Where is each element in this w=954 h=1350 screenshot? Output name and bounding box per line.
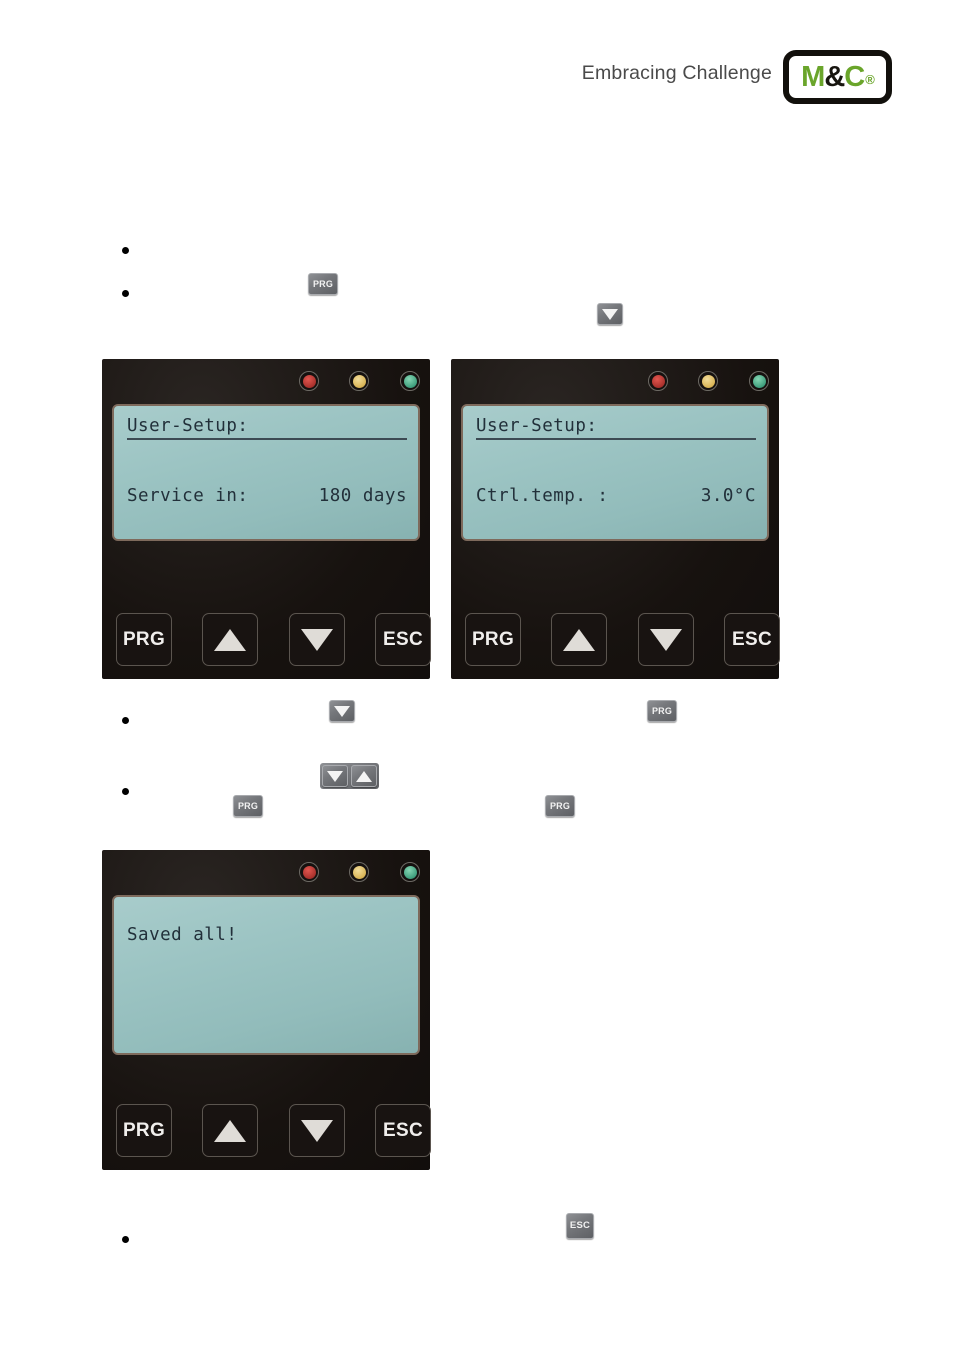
triangle-up-icon bbox=[214, 628, 246, 651]
down-button[interactable] bbox=[289, 1104, 345, 1157]
lcd-rows: Service in:180 days (Interval :180 days)… bbox=[127, 444, 407, 539]
up-button[interactable] bbox=[551, 613, 607, 666]
power-led bbox=[400, 371, 420, 391]
lcd-row-value: 180 days bbox=[318, 486, 407, 506]
bullet-item-1 bbox=[122, 240, 882, 262]
esc-key-label: ESC bbox=[569, 1220, 591, 1232]
registered-trademark-icon: ® bbox=[865, 72, 875, 88]
prg-key-label: PRG bbox=[651, 705, 673, 716]
led-bulb bbox=[403, 865, 417, 879]
power-led bbox=[749, 371, 769, 391]
prg-key-icon: PRG bbox=[308, 273, 338, 295]
triangle-up-icon bbox=[563, 628, 595, 651]
led-bulb bbox=[302, 865, 316, 879]
esc-button[interactable]: ESC bbox=[724, 613, 780, 666]
lcd-row-label: Ctrl.temp. : bbox=[476, 486, 609, 506]
lcd-title: User-Setup: bbox=[127, 416, 407, 440]
bullet-dot-icon bbox=[122, 717, 129, 724]
triangle-down-icon bbox=[301, 628, 333, 651]
triangle-down-icon bbox=[650, 628, 682, 651]
controller-device-2: User-Setup: Ctrl.temp. :3.0°C Probe :180… bbox=[451, 359, 780, 679]
prg-button[interactable]: PRG bbox=[116, 1104, 172, 1157]
down-arrow-key-icon bbox=[322, 765, 348, 787]
esc-key-icon: ESC bbox=[566, 1213, 594, 1239]
esc-button-label: ESC bbox=[383, 628, 423, 650]
down-up-arrow-key-pair-icon bbox=[320, 763, 379, 789]
lcd-row-value: 3.0°C bbox=[700, 486, 756, 506]
prg-button-label: PRG bbox=[122, 628, 166, 650]
led-bulb bbox=[403, 374, 417, 388]
power-led bbox=[400, 862, 420, 882]
logo-letter-m: M bbox=[801, 60, 825, 93]
mc-logo-text: M&C® bbox=[801, 60, 875, 93]
triangle-down-icon bbox=[301, 1119, 333, 1142]
up-button[interactable] bbox=[202, 613, 258, 666]
triangle-down-glyph bbox=[334, 705, 350, 717]
alarm-led bbox=[299, 862, 319, 882]
led-bulb bbox=[701, 374, 715, 388]
esc-button[interactable]: ESC bbox=[375, 1104, 431, 1157]
company-slogan: Embracing Challenge bbox=[581, 62, 772, 84]
bullet-item-2 bbox=[122, 283, 882, 305]
bullet-dot-icon bbox=[122, 290, 129, 297]
down-arrow-key-icon bbox=[329, 700, 355, 722]
lcd-rows: Ctrl.temp. :3.0°C Probe :180.0°C HSL :18… bbox=[476, 444, 756, 539]
prg-key-label: PRG bbox=[549, 800, 571, 811]
bullet-item-5 bbox=[122, 1229, 882, 1251]
lcd-status-message: Saved all! bbox=[127, 925, 238, 945]
lcd-row-label: Service in: bbox=[127, 486, 249, 506]
up-arrow-key-icon bbox=[351, 765, 377, 787]
lcd-screen-3: Saved all! bbox=[112, 895, 420, 1055]
bullet-dot-icon bbox=[122, 788, 129, 795]
led-bulb bbox=[302, 374, 316, 388]
logo-ampersand: & bbox=[824, 60, 845, 93]
led-bulb bbox=[352, 865, 366, 879]
prg-key-label: PRG bbox=[237, 800, 259, 811]
down-arrow-key-icon bbox=[597, 303, 623, 325]
bullet-dot-icon bbox=[122, 247, 129, 254]
warning-led bbox=[349, 371, 369, 391]
esc-button-label: ESC bbox=[732, 628, 772, 650]
led-bulb bbox=[352, 374, 366, 388]
prg-key-icon: PRG bbox=[233, 795, 263, 817]
bullet-item-3 bbox=[122, 710, 882, 732]
triangle-up-glyph bbox=[356, 770, 372, 782]
prg-key-label: PRG bbox=[312, 278, 334, 289]
warning-led bbox=[698, 371, 718, 391]
down-button[interactable] bbox=[638, 613, 694, 666]
triangle-up-icon bbox=[214, 1119, 246, 1142]
led-bulb bbox=[752, 374, 766, 388]
prg-key-icon: PRG bbox=[545, 795, 575, 817]
down-button[interactable] bbox=[289, 613, 345, 666]
page-header: Embracing Challenge M&C® bbox=[0, 0, 954, 118]
prg-key-icon: PRG bbox=[647, 700, 677, 722]
lcd-row[interactable]: Service in: 180 days bbox=[127, 486, 407, 507]
esc-button[interactable]: ESC bbox=[375, 613, 431, 666]
lcd-screen-2: User-Setup: Ctrl.temp. :3.0°C Probe :180… bbox=[461, 404, 769, 541]
bullet-dot-icon bbox=[122, 1236, 129, 1243]
lcd-row[interactable]: Ctrl.temp. : 3.0°C bbox=[476, 486, 756, 507]
lcd-screen-1: User-Setup: Service in:180 days (Interva… bbox=[112, 404, 420, 541]
triangle-down-glyph bbox=[327, 770, 343, 782]
logo-letter-c: C bbox=[844, 60, 865, 93]
prg-button[interactable]: PRG bbox=[116, 613, 172, 666]
warning-led bbox=[349, 862, 369, 882]
up-button[interactable] bbox=[202, 1104, 258, 1157]
controller-device-1: User-Setup: Service in:180 days (Interva… bbox=[102, 359, 431, 679]
esc-button-label: ESC bbox=[383, 1119, 423, 1141]
lcd-title: User-Setup: bbox=[476, 416, 756, 440]
prg-button-label: PRG bbox=[471, 628, 515, 650]
led-bulb bbox=[651, 374, 665, 388]
triangle-down-glyph bbox=[602, 308, 618, 320]
controller-device-3: Saved all! PRG ESC bbox=[102, 850, 431, 1170]
mc-logo: M&C® bbox=[783, 50, 892, 104]
alarm-led bbox=[299, 371, 319, 391]
alarm-led bbox=[648, 371, 668, 391]
prg-button-label: PRG bbox=[122, 1119, 166, 1141]
prg-button[interactable]: PRG bbox=[465, 613, 521, 666]
